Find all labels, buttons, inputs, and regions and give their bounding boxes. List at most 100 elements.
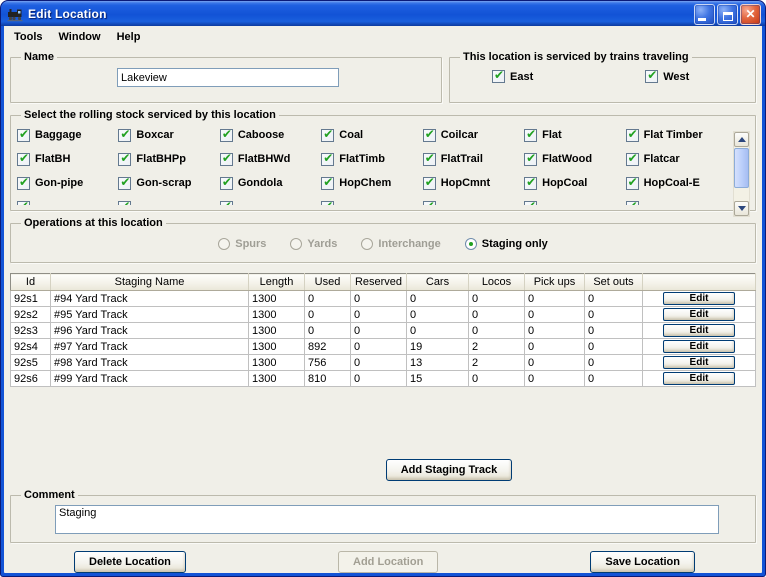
table-cell[interactable]: 0 <box>585 371 643 387</box>
table-cell[interactable]: 13 <box>407 355 469 371</box>
table-header-cell[interactable]: Length <box>249 274 305 291</box>
save-location-button[interactable]: Save Location <box>590 551 695 573</box>
maximize-button[interactable] <box>717 4 738 25</box>
titlebar[interactable]: Edit Location ✕ <box>1 1 765 26</box>
table-cell[interactable]: 756 <box>305 355 351 371</box>
table-cell[interactable]: 0 <box>305 323 351 339</box>
table-cell[interactable]: 0 <box>525 371 585 387</box>
rolling-stock-checkbox[interactable]: HopCmnt <box>423 177 524 190</box>
rolling-stock-checkbox-partial[interactable] <box>626 201 727 206</box>
table-cell[interactable]: 1300 <box>249 355 305 371</box>
rolling-stock-checkbox[interactable]: FlatTimb <box>321 153 422 166</box>
table-cell[interactable]: 92s4 <box>11 339 51 355</box>
table-cell[interactable]: 0 <box>525 323 585 339</box>
rolling-stock-checkbox[interactable]: Flat <box>524 129 625 142</box>
table-cell[interactable]: 1300 <box>249 323 305 339</box>
table-cell[interactable]: 0 <box>585 323 643 339</box>
table-cell[interactable]: 1300 <box>249 291 305 307</box>
add-staging-track-button[interactable]: Add Staging Track <box>386 459 513 481</box>
table-cell[interactable]: 0 <box>525 355 585 371</box>
east-checkbox[interactable]: East <box>492 70 533 83</box>
rolling-stock-checkbox-partial[interactable] <box>118 201 219 206</box>
table-cell[interactable]: 0 <box>407 307 469 323</box>
table-cell[interactable]: #94 Yard Track <box>51 291 249 307</box>
rolling-stock-checkbox[interactable]: FlatBH <box>17 153 118 166</box>
location-name-input[interactable] <box>117 68 339 87</box>
menu-help[interactable]: Help <box>117 31 141 43</box>
rolling-stock-checkbox[interactable]: Boxcar <box>118 129 219 142</box>
menu-tools[interactable]: Tools <box>14 31 43 43</box>
rolling-stock-checkbox[interactable]: Gon-pipe <box>17 177 118 190</box>
table-cell[interactable]: 0 <box>469 371 525 387</box>
table-cell[interactable]: 0 <box>525 339 585 355</box>
table-cell[interactable]: 892 <box>305 339 351 355</box>
table-header-cell[interactable]: Reserved <box>351 274 407 291</box>
table-header-cell[interactable]: Staging Name <box>51 274 249 291</box>
rolling-stock-checkbox[interactable]: Baggage <box>17 129 118 142</box>
rolling-stock-checkbox[interactable]: FlatTrail <box>423 153 524 166</box>
table-header-cell[interactable]: Set outs <box>585 274 643 291</box>
table-cell[interactable]: 1300 <box>249 339 305 355</box>
table-cell[interactable]: #98 Yard Track <box>51 355 249 371</box>
scroll-down-button[interactable] <box>734 201 749 216</box>
table-cell[interactable]: 0 <box>305 307 351 323</box>
table-cell[interactable]: 0 <box>525 307 585 323</box>
rolling-stock-checkbox[interactable]: Coal <box>321 129 422 142</box>
table-cell[interactable]: 0 <box>407 323 469 339</box>
rolling-stock-checkbox[interactable]: Gon-scrap <box>118 177 219 190</box>
table-cell[interactable]: 0 <box>585 339 643 355</box>
comment-input[interactable]: Staging <box>55 505 719 534</box>
table-cell[interactable]: 0 <box>469 307 525 323</box>
table-cell[interactable]: 0 <box>525 291 585 307</box>
rolling-stock-checkbox[interactable]: FlatBHPp <box>118 153 219 166</box>
table-cell[interactable]: 810 <box>305 371 351 387</box>
table-header-cell[interactable]: Cars <box>407 274 469 291</box>
table-header-cell[interactable]: Pick ups <box>525 274 585 291</box>
table-cell[interactable]: 0 <box>469 291 525 307</box>
rolling-stock-checkbox[interactable]: Flatcar <box>626 153 727 166</box>
rolling-stock-checkbox-partial[interactable] <box>17 201 118 206</box>
table-cell[interactable]: 0 <box>469 323 525 339</box>
table-cell[interactable]: 1300 <box>249 307 305 323</box>
edit-button[interactable]: Edit <box>663 340 735 353</box>
table-cell[interactable]: 19 <box>407 339 469 355</box>
table-header-cell[interactable]: Locos <box>469 274 525 291</box>
rolling-stock-checkbox[interactable]: Coilcar <box>423 129 524 142</box>
rolling-stock-checkbox-partial[interactable] <box>524 201 625 206</box>
table-cell[interactable]: 92s1 <box>11 291 51 307</box>
rolling-stock-checkbox-partial[interactable] <box>423 201 524 206</box>
table-cell[interactable]: 92s2 <box>11 307 51 323</box>
table-cell[interactable]: 0 <box>585 355 643 371</box>
rolling-stock-checkbox[interactable]: Gondola <box>220 177 321 190</box>
table-cell[interactable]: 92s6 <box>11 371 51 387</box>
table-cell[interactable]: 0 <box>585 291 643 307</box>
table-cell[interactable]: 0 <box>407 291 469 307</box>
table-cell[interactable]: 92s5 <box>11 355 51 371</box>
rolling-stock-checkbox-partial[interactable] <box>220 201 321 206</box>
close-button[interactable]: ✕ <box>740 4 761 25</box>
delete-location-button[interactable]: Delete Location <box>74 551 186 573</box>
rolling-stock-checkbox[interactable]: Flat Timber <box>626 129 727 142</box>
table-cell[interactable]: #95 Yard Track <box>51 307 249 323</box>
table-cell[interactable]: 0 <box>351 339 407 355</box>
menu-window[interactable]: Window <box>59 31 101 43</box>
operations-radio-staging-only[interactable]: Staging only <box>465 238 548 250</box>
west-checkbox[interactable]: West <box>645 70 689 83</box>
rolling-stock-checkbox[interactable]: Caboose <box>220 129 321 142</box>
edit-button[interactable]: Edit <box>663 308 735 321</box>
table-cell[interactable]: 15 <box>407 371 469 387</box>
edit-button[interactable]: Edit <box>663 372 735 385</box>
rolling-stock-checkbox-partial[interactable] <box>321 201 422 206</box>
table-cell[interactable]: 0 <box>351 371 407 387</box>
table-cell[interactable]: 2 <box>469 339 525 355</box>
table-cell[interactable]: 0 <box>305 291 351 307</box>
table-header-cell[interactable]: Id <box>11 274 51 291</box>
scrollbar-thumb[interactable] <box>734 148 749 188</box>
table-cell[interactable]: 0 <box>351 291 407 307</box>
rolling-stock-checkbox[interactable]: HopChem <box>321 177 422 190</box>
table-header-cell[interactable] <box>643 274 756 291</box>
table-cell[interactable]: 0 <box>585 307 643 323</box>
scroll-up-button[interactable] <box>734 132 749 147</box>
rolling-stock-scrollbar[interactable] <box>733 131 750 217</box>
rolling-stock-checkbox[interactable]: HopCoal-E <box>626 177 727 190</box>
